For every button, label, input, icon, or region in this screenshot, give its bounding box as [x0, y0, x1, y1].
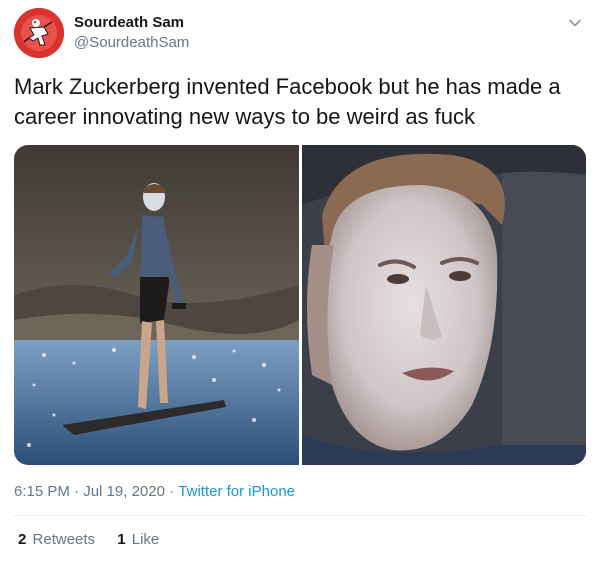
avatar[interactable]: [14, 8, 64, 58]
surfer-photo[interactable]: [14, 145, 299, 465]
likes-stat[interactable]: 1 Like: [117, 530, 159, 550]
likes-count: 1: [117, 531, 126, 548]
chevron-down-icon[interactable]: [568, 16, 582, 30]
retweets-label: Retweets: [32, 531, 96, 548]
tweet-meta: 6:15 PM · Jul 19, 2020 · Twitter for iPh…: [14, 482, 295, 502]
author-names: Sourdeath Sam @SourdeathSam: [74, 13, 189, 53]
tweet-stats: 2 Retweets 1 Like: [18, 530, 177, 550]
meta-separator: ·: [74, 483, 80, 501]
face-closeup-photo[interactable]: [302, 145, 586, 465]
tweet-header: Sourdeath Sam @SourdeathSam: [14, 8, 586, 60]
retweets-stat[interactable]: 2 Retweets: [18, 530, 95, 550]
tweet-time[interactable]: 6:15 PM: [14, 483, 70, 500]
retweets-count: 2: [18, 531, 27, 548]
divider: [14, 515, 586, 516]
display-name[interactable]: Sourdeath Sam: [74, 13, 189, 33]
avatar-illustration-icon: [14, 8, 64, 58]
user-handle[interactable]: @SourdeathSam: [74, 33, 189, 53]
tweet-source-link[interactable]: Twitter for iPhone: [178, 483, 295, 500]
tweet-date[interactable]: Jul 19, 2020: [83, 483, 165, 500]
tweet-text: Mark Zuckerberg invented Facebook but he…: [14, 74, 561, 129]
likes-label: Like: [131, 531, 160, 548]
tweet-media[interactable]: [14, 145, 586, 465]
meta-separator-2: ·: [169, 483, 175, 501]
